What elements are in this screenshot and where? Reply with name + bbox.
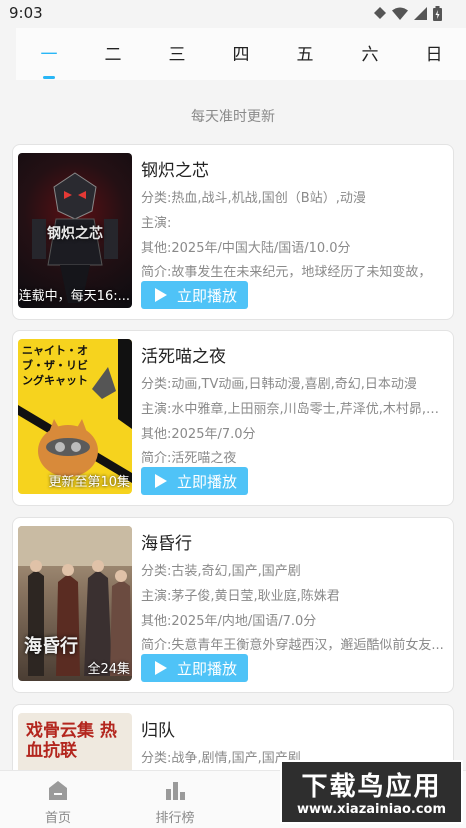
show-poster[interactable]: ニャイト・オブ・ザ・リビングキャット 更新至第10集 xyxy=(18,339,132,494)
play-now-button[interactable]: 立即播放 xyxy=(141,281,248,309)
show-card[interactable]: 钢炽之芯 连载中，每天16:... 钢炽之芯 分类:热血,战斗,机战,国创（B站… xyxy=(12,144,454,320)
show-title[interactable]: 活死喵之夜 xyxy=(141,342,226,367)
show-cast: 主演:茅子俊,黄日莹,耿业庭,陈姝君 xyxy=(141,589,340,604)
show-summary: 简介:失意青年王衡意外穿越西汉，邂逅酷似前女友... xyxy=(141,638,444,653)
update-hint: 每天准时更新 xyxy=(191,109,275,125)
tab-saturday[interactable]: 六 xyxy=(350,28,390,80)
home-icon xyxy=(49,781,67,800)
nav-home-label: 首页 xyxy=(44,811,71,826)
play-button-label: 立即播放 xyxy=(177,286,238,305)
show-title[interactable]: 海昏行 xyxy=(141,529,192,554)
tab-monday[interactable]: 一 xyxy=(29,28,69,80)
watermark-logo: 下载鸟应用 www.xiazainiao.com xyxy=(280,760,463,824)
show-genre: 分类:热血,战斗,机战,国创（B站）,动漫 xyxy=(141,191,366,206)
poster-title-art: 海昏行 xyxy=(24,636,78,657)
show-genre: 分类:动画,TV动画,日韩动漫,喜剧,奇幻,日本动漫 xyxy=(141,377,417,392)
nav-ranking[interactable]: 排行榜 xyxy=(135,771,215,828)
status-time: 9:03 xyxy=(9,4,43,22)
tab-friday[interactable]: 五 xyxy=(285,28,325,80)
poster-title-art: 钢炽之芯 xyxy=(47,226,103,242)
show-card[interactable]: ニャイト・オブ・ザ・リビングキャット 更新至第10集 活死喵之夜 分类:动画,T… xyxy=(12,330,454,506)
poster-caption: 更新至第10集 xyxy=(48,475,130,490)
battery-icon xyxy=(433,5,442,21)
show-card[interactable]: 海昏行 全24集 海昏行 分类:古装,奇幻,国产,国产剧 主演:茅子俊,黄日莹,… xyxy=(12,517,454,693)
status-icons xyxy=(374,5,442,21)
play-icon xyxy=(155,288,167,302)
watermark-url: www.xiazainiao.com xyxy=(296,802,447,817)
poster-title-art: ニャイト・オブ・ザ・リビングキャット xyxy=(22,344,88,387)
watermark-title: 下载鸟应用 xyxy=(301,772,442,802)
show-genre: 分类:古装,奇幻,国产,国产剧 xyxy=(141,564,301,579)
weekday-tab-bar: 一 二 三 四 五 六 日 xyxy=(16,28,466,80)
play-button-label: 立即播放 xyxy=(177,659,238,678)
tab-tuesday[interactable]: 二 xyxy=(93,28,133,80)
show-title[interactable]: 归队 xyxy=(141,716,175,741)
tab-wednesday[interactable]: 三 xyxy=(157,28,197,80)
show-poster[interactable]: 海昏行 全24集 xyxy=(18,526,132,681)
tab-sunday[interactable]: 日 xyxy=(414,28,454,80)
play-button-label: 立即播放 xyxy=(177,472,238,491)
status-bar: 9:03 xyxy=(0,0,466,28)
play-now-button[interactable]: 立即播放 xyxy=(141,654,248,682)
show-other: 其他:2025年/内地/国语/7.0分 xyxy=(141,614,317,629)
show-cast: 主演:水中雅章,上田丽奈,川岛零士,芹泽优,木村昴,中... xyxy=(141,402,449,417)
play-now-button[interactable]: 立即播放 xyxy=(141,467,248,495)
show-title[interactable]: 钢炽之芯 xyxy=(141,156,209,181)
wifi-icon xyxy=(392,7,408,20)
signal-diamond-icon xyxy=(374,7,386,19)
show-other: 其他:2025年/中国大陆/国语/10.0分 xyxy=(141,241,351,256)
play-icon xyxy=(155,661,167,675)
nav-ranking-label: 排行榜 xyxy=(155,811,195,826)
poster-caption: 全24集 xyxy=(87,662,130,677)
tab-thursday[interactable]: 四 xyxy=(221,28,261,80)
poster-caption: 连载中，每天16:... xyxy=(18,289,130,304)
active-tab-indicator xyxy=(43,76,55,79)
show-summary: 简介:故事发生在未来纪元，地球经历了未知变故， xyxy=(141,265,432,280)
cellular-icon xyxy=(414,6,427,20)
show-cast: 主演: xyxy=(141,216,172,231)
play-icon xyxy=(155,474,167,488)
show-summary: 简介:活死喵之夜 xyxy=(141,451,237,466)
ranking-icon xyxy=(166,782,185,800)
poster-title-art: 戏骨云集 热血抗联 xyxy=(26,721,117,761)
nav-home[interactable]: 首页 xyxy=(18,771,98,828)
show-other: 其他:2025年/7.0分 xyxy=(141,427,256,442)
show-poster[interactable]: 钢炽之芯 连载中，每天16:... xyxy=(18,153,132,308)
